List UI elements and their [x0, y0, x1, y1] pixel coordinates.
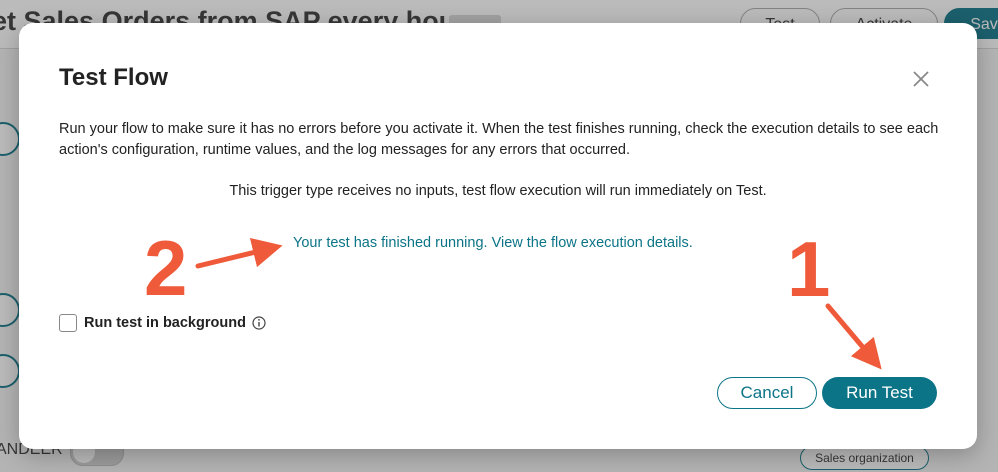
- background-checkbox-row: Run test in background: [59, 313, 266, 333]
- close-button[interactable]: [907, 65, 935, 93]
- close-icon: [913, 71, 929, 87]
- dialog-title: Test Flow: [59, 64, 168, 91]
- execution-details-link[interactable]: Your test has finished running. View the…: [293, 235, 693, 251]
- trigger-note: This trigger type receives no inputs, te…: [229, 183, 767, 199]
- dialog-description: Run your flow to make sure it has no err…: [59, 121, 939, 158]
- checkbox-label: Run test in background: [84, 315, 246, 331]
- test-flow-dialog: Test Flow Run your flow to make sure it …: [19, 23, 977, 449]
- run-in-background-checkbox[interactable]: [59, 314, 77, 332]
- cancel-button[interactable]: Cancel: [717, 377, 817, 409]
- run-test-button[interactable]: Run Test: [822, 377, 937, 409]
- info-icon[interactable]: [252, 316, 266, 330]
